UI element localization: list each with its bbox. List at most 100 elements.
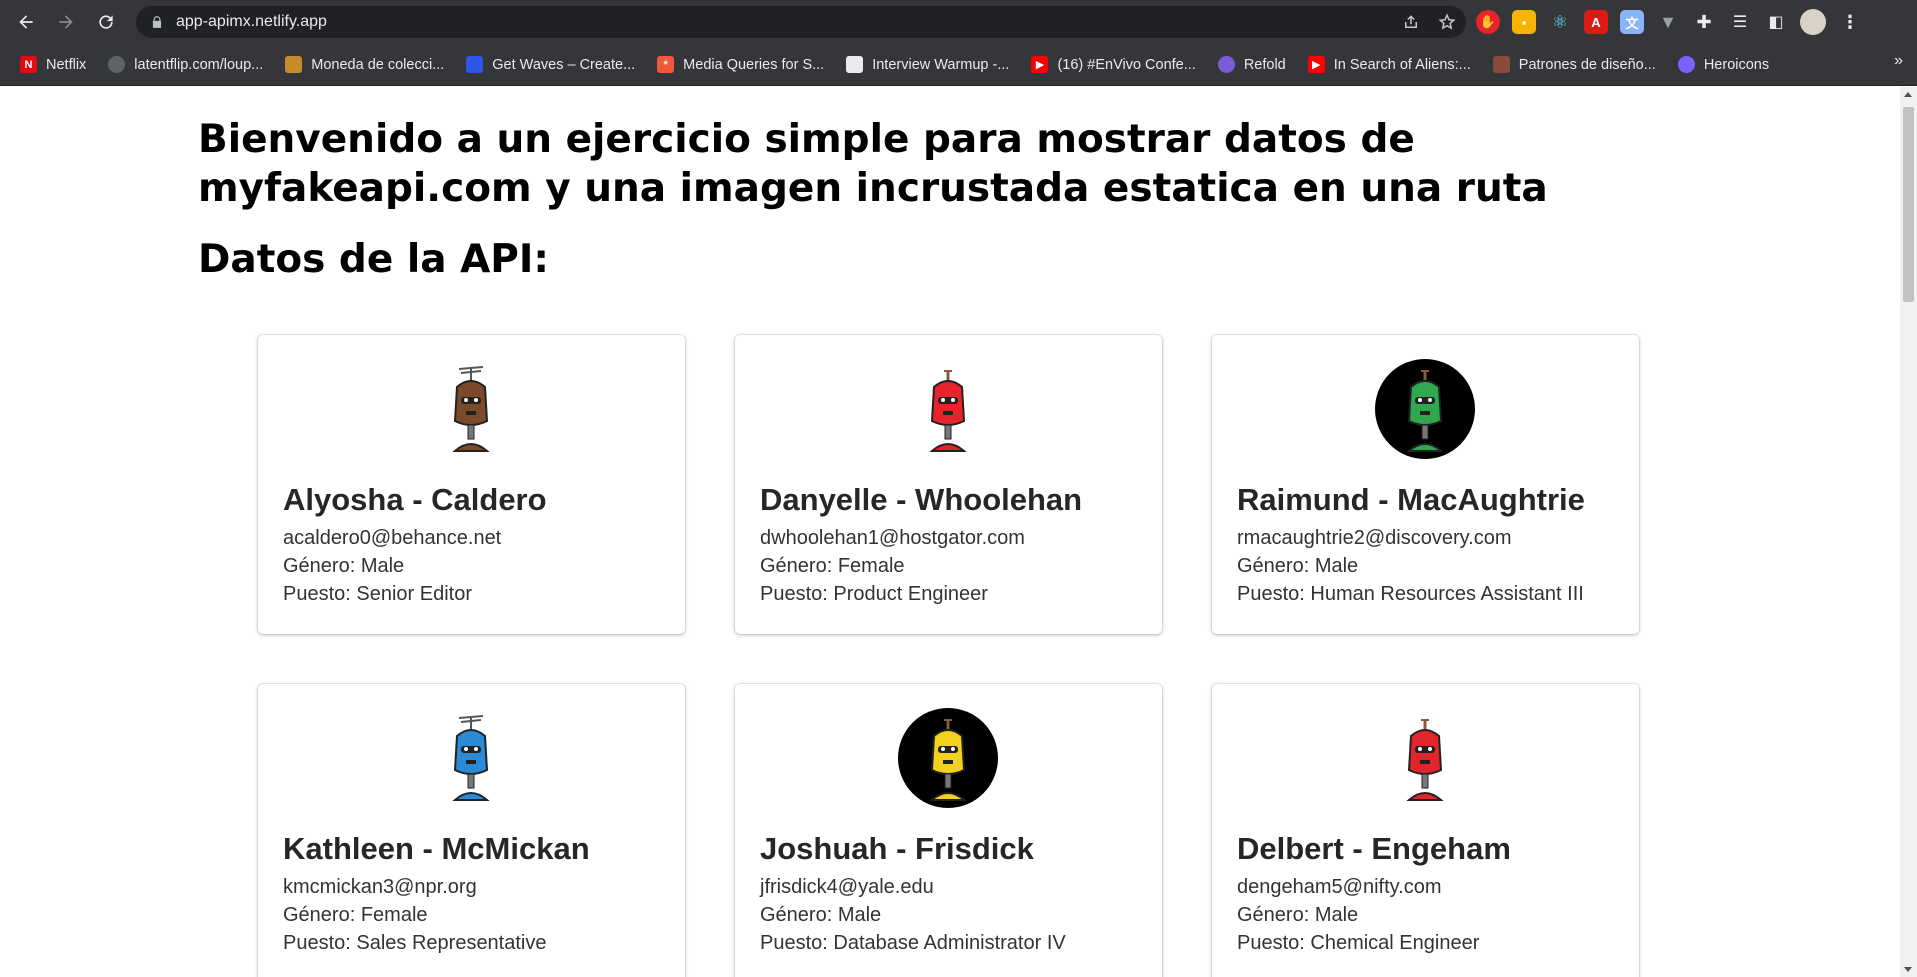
bookmark-item[interactable]: Heroicons [1670,50,1777,80]
reload-button[interactable] [90,6,122,38]
bookmark-label: Moneda de colecci... [311,56,445,73]
user-name: Raimund - MacAughtrie [1237,482,1585,517]
page-viewport: Bienvenido a un ejercicio simple para mo… [0,87,1900,977]
robot-yellow-icon [898,708,998,808]
scroll-up-icon[interactable] [1904,92,1912,97]
url-text[interactable]: app-apimx.netlify.app [176,13,327,31]
bookmark-label: Interview Warmup -... [872,56,1010,73]
user-job: Puesto: Sales Representative [283,932,547,954]
reload-icon [99,15,113,29]
browser-toolbar: app-apimx.netlify.app ✋ ▪ ⚛ A 文 ▼ ✚ ☰ ◧ … [0,0,1917,44]
bookmark-label: (16) #EnVivo Confe... [1057,56,1196,73]
coin-icon [285,56,303,73]
user-card: Kathleen - McMickan kmcmickan3@npr.org Gén… [258,684,685,977]
user-email: dengeham5@nifty.com [1237,876,1442,898]
star-icon[interactable] [1438,13,1456,31]
bookmark-item[interactable]: Refold [1210,50,1294,80]
user-job: Puesto: Database Administrator IV [760,932,1066,954]
bookmark-label: Heroicons [1703,56,1770,73]
react-devtools-icon[interactable]: ⚛ [1548,10,1572,34]
angular-icon[interactable]: A [1584,10,1608,34]
youtube-icon: ▶ [1307,56,1325,73]
bookmark-item[interactable]: latentflip.com/loup... [100,50,271,80]
media-queue-icon[interactable]: ☰ [1728,10,1752,34]
bookmark-item[interactable]: ▶ (16) #EnVivo Confe... [1023,50,1203,80]
user-email: jfrisdick4@yale.edu [760,876,934,898]
user-name: Alyosha - Caldero [283,482,547,517]
bookmark-label: latentflip.com/loup... [134,56,264,73]
user-card: Raimund - MacAughtrie rmacaughtrie2@disco… [1212,335,1639,634]
scrollbar-thumb[interactable] [1903,107,1914,302]
share-icon[interactable] [1402,13,1420,31]
bookmark-item[interactable]: Moneda de colecci... [277,50,452,80]
user-card: Joshuah - Frisdick jfrisdick4@yale.edu Gén… [735,684,1162,977]
menu-dots-icon[interactable]: ⋮ [1838,10,1862,34]
bookmarks-bar: N Netflix latentflip.com/loup... Moneda de … [0,44,1917,86]
user-job: Puesto: Senior Editor [283,583,472,605]
lock-icon [152,16,162,28]
translate-icon[interactable]: 文 [1620,10,1644,34]
user-card: Danyelle - Whoolehan dwhoolehan1@hostgato… [735,335,1162,634]
user-name: Delbert - Engeham [1237,831,1511,866]
user-gender: Género: Male [1237,904,1359,926]
bookmark-item[interactable]: Interview Warmup -... [838,50,1017,80]
extensions-bar: ✋ ▪ ⚛ A 文 ▼ ✚ ☰ ◧ ⋮ [1476,6,1862,38]
bookmark-label: Refold [1243,56,1286,73]
raccoon-icon [1492,56,1510,73]
user-name: Danyelle - Whoolehan [760,482,1083,517]
scroll-down-icon[interactable] [1904,967,1912,972]
user-email: kmcmickan3@npr.org [283,876,477,898]
user-gender: Género: Male [760,904,882,926]
robot-red-icon [898,359,998,459]
user-gender: Género: Male [283,555,405,577]
user-email: acaldero0@behance.net [283,527,502,549]
refold-icon [1217,56,1235,73]
address-bar[interactable]: app-apimx.netlify.app [136,6,1466,38]
bookmark-item[interactable]: Get Waves – Create... [458,50,643,80]
asterisk-icon: * [657,56,675,73]
section-heading: Datos de la API: [198,237,549,282]
user-job: Puesto: Product Engineer [760,583,988,605]
bookmark-item[interactable]: Patrones de diseño... [1485,50,1664,80]
user-job: Puesto: Chemical Engineer [1237,932,1480,954]
ublock-icon[interactable]: ✋ [1476,10,1500,34]
forward-button[interactable] [50,6,82,38]
bookmark-label: Get Waves – Create... [492,56,636,73]
user-email: rmacaughtrie2@discovery.com [1237,527,1512,549]
user-job: Puesto: Human Resources Assistant III [1237,583,1584,605]
user-gender: Género: Male [1237,555,1359,577]
arrow-right-icon [59,15,73,29]
user-name: Joshuah - Frisdick [760,831,1034,866]
robot-blue-icon [421,708,521,808]
back-button[interactable] [10,6,42,38]
page-scrollbar[interactable] [1900,87,1917,977]
shield-icon [1677,56,1695,73]
puzzle-icon[interactable]: ✚ [1692,10,1716,34]
robot-green-icon [1375,359,1475,459]
page-title: Bienvenido a un ejercicio simple para mo… [198,117,1548,211]
bookmark-item[interactable]: * Media Queries for S... [649,50,832,80]
robot-red-antenna-icon [1375,708,1475,808]
bookmark-item[interactable]: ▶ In Search of Aliens:... [1300,50,1479,80]
user-gender: Género: Female [283,904,428,926]
netflix-icon: N [20,56,37,73]
bookmark-label: In Search of Aliens:... [1333,56,1471,73]
keep-icon[interactable]: ▪ [1512,10,1536,34]
side-panel-icon[interactable]: ◧ [1764,10,1788,34]
profile-avatar[interactable] [1800,9,1826,35]
bookmark-label: Netflix [46,56,87,73]
user-name: Kathleen - McMickan [283,831,590,866]
robot-brown-icon [421,359,521,459]
waves-icon [466,56,484,73]
user-card: Alyosha - Caldero acaldero0@behance.net Gé… [258,335,685,634]
user-card: Delbert - Engeham dengeham5@nifty.com Géne… [1212,684,1639,977]
globe-icon [108,56,126,73]
youtube-icon: ▶ [1031,56,1049,73]
doc-icon [846,56,864,73]
bookmarks-overflow-button[interactable]: » [1894,52,1903,70]
bookmark-item[interactable]: N Netflix [12,50,94,80]
vue-devtools-icon[interactable]: ▼ [1656,10,1680,34]
user-email: dwhoolehan1@hostgator.com [760,527,1025,549]
bookmark-label: Media Queries for S... [683,56,825,73]
user-gender: Género: Female [760,555,905,577]
